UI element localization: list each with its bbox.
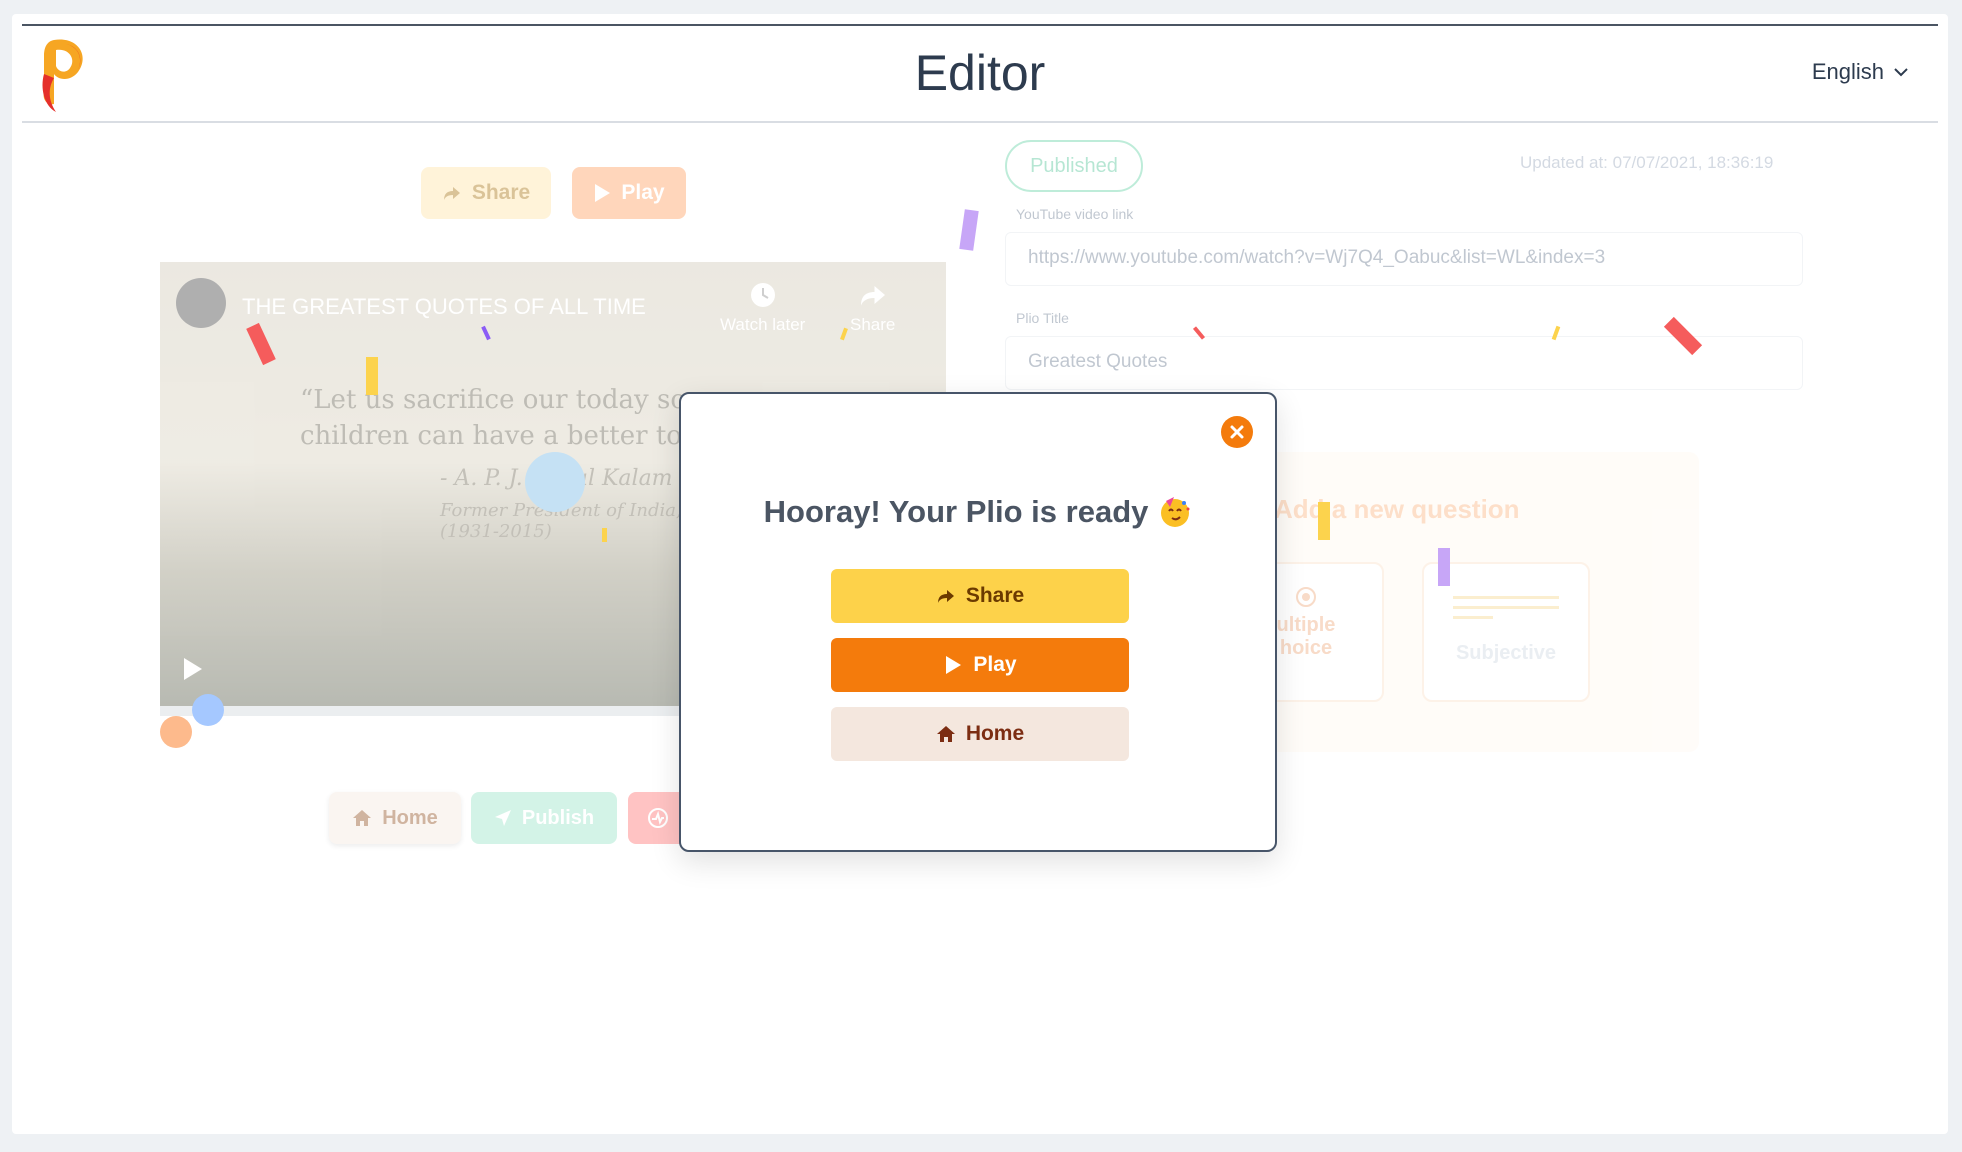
home-icon <box>353 810 372 826</box>
editor-page: Editor English Share Play THE GREATEST Q… <box>12 14 1948 1134</box>
close-button[interactable] <box>1221 416 1253 448</box>
video-share-label: Share <box>850 315 896 334</box>
party-face-icon <box>1161 497 1190 527</box>
share-arrow-icon <box>443 187 460 200</box>
video-share-button[interactable]: Share <box>850 280 895 335</box>
analytics-icon <box>648 808 668 828</box>
text-lines-icon <box>1453 596 1559 619</box>
watch-later-button[interactable]: Watch later <box>720 280 805 335</box>
quote-line: “Let us sacrifice our today so <box>300 385 687 415</box>
dialog-play-label: Play <box>973 653 1017 676</box>
channel-avatar[interactable] <box>176 278 226 328</box>
quote-years: (1931-2015) <box>440 521 552 542</box>
play-icon <box>946 656 962 674</box>
add-question-heading: Add a new question <box>1274 494 1520 524</box>
dialog-heading: Hooray! Your Plio is ready <box>681 494 1275 530</box>
radio-icon <box>1296 587 1316 607</box>
home-icon <box>936 726 955 742</box>
subjective-label: Subjective <box>1455 642 1557 664</box>
dialog-home-label: Home <box>965 722 1025 745</box>
video-link-input[interactable]: https://www.youtube.com/watch?v=Wj7Q4_Oa… <box>1005 232 1803 286</box>
send-icon <box>494 810 511 826</box>
dialog-play-button[interactable]: Play <box>831 638 1129 692</box>
confetti <box>366 357 378 395</box>
dialog-heading-text: Hooray! Your Plio is ready <box>763 494 1149 529</box>
share-arrow-icon <box>860 286 885 306</box>
plio-title-label: Plio Title <box>1016 310 1069 326</box>
home-button[interactable]: Home <box>329 792 461 844</box>
quote-line: children can have a better to <box>300 421 682 451</box>
publish-label: Publish <box>521 806 595 829</box>
share-arrow-icon <box>937 590 954 603</box>
video-title[interactable]: THE GREATEST QUOTES OF ALL TIME <box>242 294 646 320</box>
player-share-button[interactable]: Share <box>421 167 551 219</box>
watch-later-label: Watch later <box>720 315 806 334</box>
confetti <box>602 528 607 542</box>
player-play-button[interactable]: Play <box>572 167 686 219</box>
dialog-home-button[interactable]: Home <box>831 707 1129 761</box>
dialog-share-label: Share <box>965 584 1025 607</box>
video-play-control-icon[interactable] <box>184 658 202 680</box>
publish-button[interactable]: Publish <box>471 792 617 844</box>
video-quote: “Let us sacrifice our today so children … <box>300 382 720 454</box>
plio-ready-dialog: Hooray! Your Plio is ready Share Play Ho… <box>679 392 1277 852</box>
status-badge: Published <box>1005 140 1143 192</box>
player-share-label: Share <box>471 181 531 204</box>
confetti <box>1318 502 1330 540</box>
video-link-label: YouTube video link <box>1016 206 1134 222</box>
confetti <box>1438 548 1450 586</box>
home-label: Home <box>382 806 438 829</box>
dialog-share-button[interactable]: Share <box>831 569 1129 623</box>
updated-at: Updated at: 07/07/2021, 18:36:19 <box>1520 153 1774 172</box>
close-icon <box>1230 425 1244 439</box>
video-play-overlay-icon[interactable] <box>525 452 585 512</box>
play-icon <box>595 184 611 202</box>
player-play-label: Play <box>621 181 665 204</box>
confetti <box>192 694 224 726</box>
clock-icon <box>750 283 775 307</box>
confetti <box>160 716 192 748</box>
